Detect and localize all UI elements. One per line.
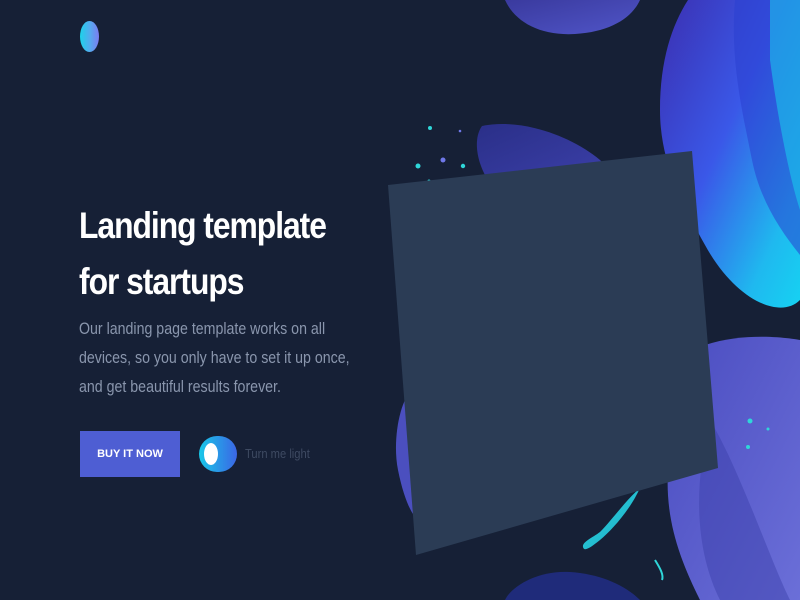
hero-title: Landing template for startups (79, 205, 327, 302)
theme-toggle[interactable] (199, 436, 237, 472)
toggle-knob (204, 443, 218, 465)
logo-icon[interactable] (80, 21, 99, 52)
toggle-label: Turn me light (245, 446, 310, 461)
blob-bottom (505, 571, 640, 600)
hero-description: Our landing page template works on all d… (79, 320, 350, 396)
buy-it-now-button[interactable]: BUY IT NOW (80, 431, 180, 477)
brush-stroke-2 (654, 559, 664, 581)
blob-top (505, 0, 640, 35)
landing-page: Landing template for startups Our landin… (0, 0, 800, 600)
